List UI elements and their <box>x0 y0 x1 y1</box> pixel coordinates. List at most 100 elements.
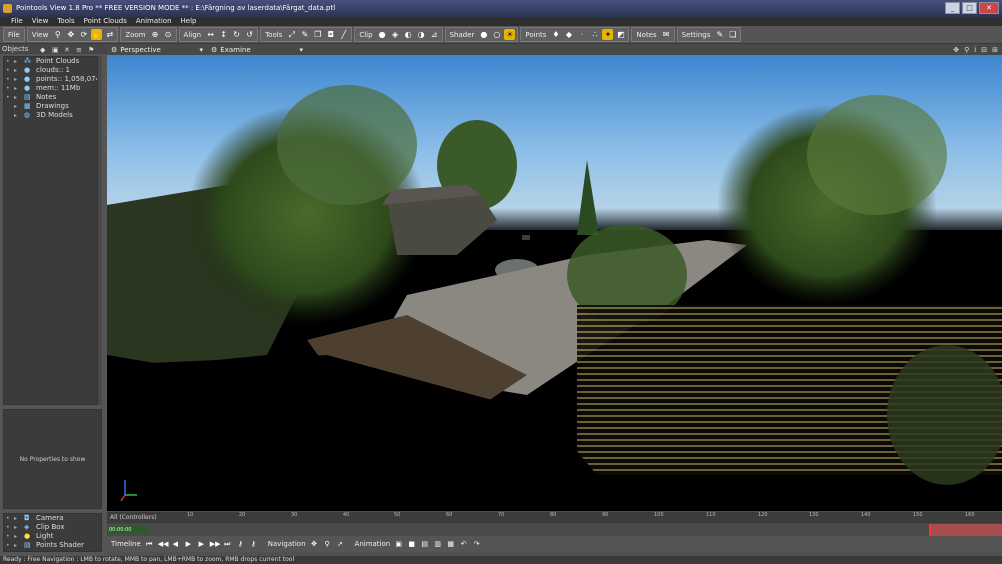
toolbar-group-align: Align ↔ ↕ ↻ ↺ <box>178 27 259 42</box>
anim-record-icon[interactable]: ▣ <box>394 540 403 549</box>
copy-icon[interactable]: ❐ <box>312 29 323 40</box>
timeline-range[interactable] <box>929 524 1002 536</box>
anim-undo-icon[interactable]: ↶ <box>459 540 468 549</box>
timeline-ruler[interactable]: 10 20 30 40 50 60 70 80 90 100 110 120 130 140 150 160 <box>135 512 1002 523</box>
points-b-icon[interactable]: ◆ <box>563 29 574 40</box>
anim-redo-icon[interactable]: ↷ <box>472 540 481 549</box>
timeline-tick-label: 70 <box>498 512 505 518</box>
key-alt-icon[interactable]: ⚷ <box>249 540 258 549</box>
info-icon[interactable]: ⅰ <box>974 46 976 54</box>
info-icon: ● <box>24 66 31 74</box>
scene-item-light[interactable]: • ▸ ● Light <box>4 532 101 541</box>
anim-grid-icon[interactable]: ▦ <box>446 540 455 549</box>
pan-icon[interactable]: ✥ <box>65 29 76 40</box>
note-icon[interactable]: ✉ <box>661 29 672 40</box>
timeline-playhead[interactable] <box>929 524 931 536</box>
measure-icon[interactable]: ⤢ <box>286 29 297 40</box>
shade-light-icon[interactable]: ○ <box>491 29 502 40</box>
minimize-button[interactable]: _ <box>945 2 960 14</box>
points-e-icon[interactable]: ✦ <box>602 29 614 40</box>
objects-scrollbar[interactable] <box>97 56 102 405</box>
toolbar-group-file[interactable]: File <box>3 27 25 42</box>
key-icon[interactable]: ⚷ <box>236 540 245 549</box>
zoom-fit-icon[interactable]: ⊙ <box>163 29 174 40</box>
rotate-icon[interactable]: ↻ <box>231 29 242 40</box>
clip-b-icon[interactable]: ◑ <box>416 29 427 40</box>
align-y-icon[interactable]: ↕ <box>218 29 229 40</box>
shade-sun-icon[interactable]: ☀ <box>504 29 516 40</box>
clip-a-icon[interactable]: ◐ <box>403 29 414 40</box>
add-icon[interactable]: ◆ <box>40 45 45 55</box>
timeline-tick-label: 60 <box>446 512 453 518</box>
anim-frame-icon[interactable]: ▤ <box>420 540 429 549</box>
align-x-icon[interactable]: ↔ <box>205 29 216 40</box>
move-icon[interactable]: ✥ <box>953 46 959 54</box>
step-forward-icon[interactable]: ▶▶ <box>210 540 221 549</box>
tree-item-3d-models[interactable]: ▸ ◍ 3D Models <box>4 111 101 120</box>
folder-icon[interactable]: ▣ <box>52 45 59 55</box>
pick-icon[interactable]: ✎ <box>299 29 310 40</box>
close-button[interactable]: ✕ <box>979 2 999 14</box>
scene-item-clip-box[interactable]: • ▸ ◈ Clip Box <box>4 523 101 532</box>
list-icon[interactable]: ≡ <box>76 45 82 55</box>
magnify-icon[interactable]: ⚲ <box>52 29 63 40</box>
projection-select[interactable]: ⚙ Perspective ▾ <box>107 46 207 54</box>
nav-zoom-icon[interactable]: ⚲ <box>323 540 332 549</box>
line-icon[interactable]: ╱ <box>338 29 349 40</box>
skip-start-icon[interactable]: ⏮ <box>145 540 154 549</box>
menu-view[interactable]: View <box>29 17 55 26</box>
filter-icon[interactable]: ⚑ <box>88 45 94 55</box>
camera-icon[interactable]: ◘ <box>325 29 336 40</box>
tree-item-point-clouds[interactable]: • ▸ ⁂ Point Clouds <box>4 57 101 66</box>
scene-item-camera[interactable]: • ▸ ◘ Camera <box>4 514 101 523</box>
light-icon: ● <box>24 532 31 540</box>
tree-item-points[interactable]: • ▸ ● points:: 1,058,074 <box>4 75 101 84</box>
zoom-in-icon[interactable]: ⊕ <box>150 29 161 40</box>
tree-item-clouds[interactable]: • ▸ ● clouds:: 1 <box>4 66 101 75</box>
settings-icon[interactable]: ✎ <box>714 29 725 40</box>
tree-item-notes[interactable]: • ▸ ▤ Notes <box>4 93 101 102</box>
drawing-icon: ▦ <box>24 102 31 110</box>
clip-box-icon[interactable]: ◈ <box>390 29 401 40</box>
toolbar-group-label: Shader <box>449 30 475 39</box>
windows-icon[interactable]: ❏ <box>727 29 738 40</box>
menu-point-clouds[interactable]: Point Clouds <box>81 17 133 26</box>
next-frame-icon[interactable]: ▶ <box>197 540 206 549</box>
step-back-icon[interactable]: ◀◀ <box>158 540 169 549</box>
3d-viewport[interactable] <box>107 55 1002 511</box>
clip-sphere-icon[interactable]: ● <box>377 29 388 40</box>
point-cloud-icon: ⁂ <box>24 57 31 65</box>
anim-export-icon[interactable]: ▥ <box>433 540 442 549</box>
menu-animation[interactable]: Animation <box>133 17 178 26</box>
maximize-view-icon[interactable]: ⊞ <box>992 46 998 54</box>
shade-dark-icon[interactable]: ● <box>478 29 489 40</box>
hand-icon[interactable]: ✋ <box>91 29 103 40</box>
points-c-icon[interactable]: · <box>576 29 587 40</box>
split-icon[interactable]: ⊟ <box>981 46 987 54</box>
tree-item-mem[interactable]: • ▸ ● mem:: 11Mb <box>4 84 101 93</box>
nav-pan-icon[interactable]: ✥ <box>310 540 319 549</box>
navigation-mode-select[interactable]: ⚙ Examine ▾ <box>207 46 307 54</box>
points-a-icon[interactable]: ♦ <box>550 29 561 40</box>
pin-icon[interactable]: ⚲ <box>964 46 969 54</box>
skip-end-icon[interactable]: ⏭ <box>223 540 232 549</box>
prev-frame-icon[interactable]: ◀ <box>171 540 180 549</box>
timeline-track[interactable]: 00:00:00 <box>107 524 1002 536</box>
menu-help[interactable]: Help <box>178 17 203 26</box>
scene-item-points-shader[interactable]: • ▸ ▤ Points Shader <box>4 541 101 550</box>
orbit-icon[interactable]: ⟳ <box>78 29 89 40</box>
nav-pointer-icon[interactable]: ➚ <box>336 540 345 549</box>
menu-file[interactable]: File <box>8 17 29 26</box>
points-d-icon[interactable]: ∴ <box>589 29 600 40</box>
delete-icon[interactable]: ✕ <box>64 45 70 55</box>
maximize-button[interactable]: □ <box>962 2 977 14</box>
rotate-alt-icon[interactable]: ↺ <box>244 29 255 40</box>
menu-tools[interactable]: Tools <box>54 17 80 26</box>
left-panel: Objects ◆ ▣ ✕ ≡ ⚑ • ▸ ⁂ Point Clouds • ▸ ● clo… <box>0 44 107 556</box>
anim-stop-icon[interactable]: ■ <box>407 540 416 549</box>
play-icon[interactable]: ▶ <box>184 540 193 549</box>
walk-icon[interactable]: ⇄ <box>104 29 115 40</box>
tree-item-drawings[interactable]: ▸ ▦ Drawings <box>4 102 101 111</box>
points-rgb-icon[interactable]: ◩ <box>615 29 626 40</box>
clip-plane-icon[interactable]: ⊿ <box>429 29 440 40</box>
